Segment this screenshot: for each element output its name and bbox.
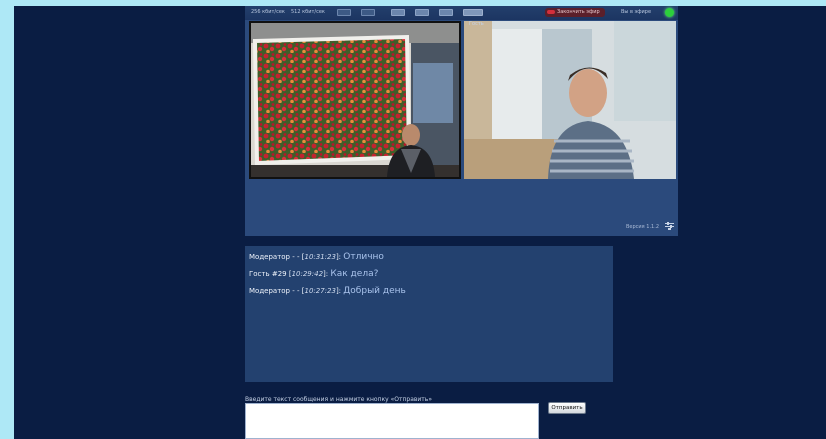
layout-single-icon[interactable]: [391, 9, 405, 16]
layout-split-icon[interactable]: [463, 9, 483, 16]
settings-icon[interactable]: [665, 222, 674, 230]
layout-double-icon[interactable]: [415, 9, 429, 16]
guest-video-frame: [464, 21, 676, 179]
chat-message: Модератор - - [10:31:23]: Отлично: [249, 252, 384, 262]
send-button[interactable]: Отправить: [548, 402, 586, 414]
bitrate-256-option[interactable]: 256 кбит/сек: [251, 8, 285, 17]
compose-hint: Введите текст сообщения и нажмите кнопку…: [245, 396, 433, 403]
guest-video-label: Гость: [469, 21, 484, 27]
end-broadcast-button[interactable]: Закончить эфир: [545, 8, 605, 17]
layout-side-icon[interactable]: [439, 9, 453, 16]
chat-message-text: Добрый день: [343, 286, 406, 296]
guest-video: [464, 21, 676, 179]
outer-frame-left: [0, 0, 14, 439]
chat-message-time: 10:27:23: [304, 287, 336, 295]
chat-message: Модератор - - [10:27:23]: Добрый день: [249, 286, 406, 296]
end-broadcast-label: Закончить эфир: [557, 9, 600, 15]
host-video-frame: [251, 23, 459, 177]
video-panel: 256 кбит/сек 512 кбит/сек Закончить эфир…: [245, 6, 678, 236]
chat-message-text: Отлично: [343, 252, 384, 262]
chat-message: Гость #29 [10:29:42]: Как дела?: [249, 269, 379, 279]
help-icon[interactable]: [361, 9, 375, 16]
live-indicator-icon: [665, 8, 674, 17]
chat-message-author: Гость #29: [249, 270, 287, 278]
chat-message-time: 10:31:23: [304, 253, 336, 261]
message-input[interactable]: [245, 403, 539, 439]
record-icon: [547, 10, 555, 14]
chat-log: Модератор - - [10:31:23]: Отлично Гость …: [245, 246, 613, 382]
bitrate-512-option[interactable]: 512 кбит/сек: [291, 8, 325, 17]
broadcast-toolbar: 256 кбит/сек 512 кбит/сек Закончить эфир…: [245, 6, 678, 20]
version-label: Версия 1.1.2: [626, 224, 659, 230]
chat-message-author: Модератор - -: [249, 287, 300, 295]
chat-message-author: Модератор - -: [249, 253, 300, 261]
chat-message-time: 10:29:42: [291, 270, 324, 278]
host-video: [249, 21, 461, 179]
on-air-status: Вы в эфире: [621, 9, 652, 15]
chat-message-text: Как дела?: [330, 269, 379, 279]
screen-icon[interactable]: [337, 9, 351, 16]
